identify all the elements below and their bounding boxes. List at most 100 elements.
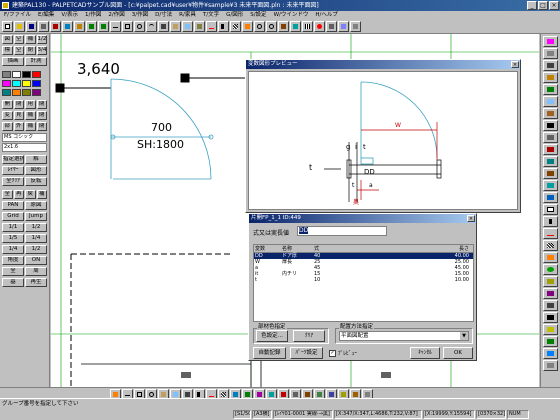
measure-icon[interactable] — [326, 21, 337, 32]
layer-button[interactable]: ﾚｲﾔｰ — [2, 166, 24, 175]
grid-button[interactable]: Grid — [2, 212, 24, 221]
left-btn-empty2[interactable]: 空 — [13, 46, 24, 55]
dimension-icon[interactable] — [206, 21, 217, 32]
maximize-button[interactable]: □ — [538, 1, 548, 10]
left-btn-3q[interactable]: 3/4 — [36, 46, 47, 55]
mode-btn[interactable]: 用 — [25, 100, 36, 109]
floor-icon[interactable] — [543, 156, 558, 167]
size-combo[interactable]: 2x1.6 — [2, 143, 47, 152]
cut-icon[interactable] — [50, 21, 61, 32]
layer-icon[interactable] — [242, 21, 253, 32]
view-btn[interactable]: 全 — [2, 190, 13, 199]
invert-button[interactable]: 反転 — [25, 177, 47, 186]
door-icon[interactable] — [170, 21, 181, 32]
base-button[interactable]: 基 — [2, 278, 24, 287]
scale-button[interactable]: 1/4 — [25, 234, 47, 243]
color-swatch[interactable] — [32, 89, 41, 96]
menu-furniture[interactable]: R/家具 — [179, 11, 196, 20]
rect-icon[interactable] — [122, 21, 133, 32]
variables-table[interactable]: 変数 名称 式 長さ DD ドア厚 40 40.00 W 扉長 25 25.00… — [253, 244, 474, 322]
cancel-button[interactable]: ｷｬﾝｾﾙ — [410, 347, 440, 359]
shape-button[interactable]: 図形 — [25, 166, 47, 175]
redraw-icon[interactable] — [290, 21, 301, 32]
on-button[interactable]: ON — [25, 256, 47, 265]
menu-window[interactable]: W/ウインドウ — [274, 11, 309, 20]
wall-icon[interactable] — [543, 72, 558, 83]
part-settings-button[interactable]: ﾊﾟｰﾂ設定 — [290, 347, 323, 359]
mode-btn[interactable]: 部 — [2, 122, 13, 131]
arrow-icon[interactable] — [543, 300, 558, 311]
copy-icon[interactable] — [62, 21, 73, 32]
mode-btn[interactable]: 変 — [2, 111, 13, 120]
menu-draw1[interactable]: 1/作図 — [85, 11, 101, 20]
left-btn-half[interactable]: 1/2 — [36, 35, 47, 44]
view-btn[interactable]: 補 — [36, 190, 47, 199]
mode-btn[interactable]: 見 — [13, 111, 24, 120]
car-icon[interactable] — [543, 276, 558, 287]
misc-icon[interactable] — [543, 360, 558, 371]
person-icon[interactable] — [543, 288, 558, 299]
scale-button[interactable]: 1/1 — [2, 223, 24, 232]
hatch-icon[interactable] — [230, 21, 241, 32]
menu-settings[interactable]: S/設定 — [250, 11, 266, 20]
scale-button[interactable]: 1/5 — [2, 234, 24, 243]
measure-button[interactable]: 計測 — [25, 57, 47, 66]
left-btn-close[interactable]: 閉 — [25, 46, 36, 55]
color-swatch[interactable] — [22, 80, 31, 87]
view-btn[interactable]: 再 — [13, 190, 24, 199]
redo-icon[interactable] — [98, 21, 109, 32]
view-btn[interactable]: 戻 — [25, 190, 36, 199]
grid-icon[interactable] — [302, 21, 313, 32]
color-swatch[interactable] — [2, 71, 11, 78]
mode-btn[interactable]: 閉 — [13, 100, 24, 109]
hatch-icon[interactable] — [543, 240, 558, 251]
tree-icon[interactable] — [543, 264, 558, 275]
col-length[interactable]: 長さ — [354, 245, 473, 252]
color-clear-button[interactable]: ｸﾘｱ — [293, 330, 325, 342]
grid-icon[interactable] — [543, 60, 558, 71]
scale-button[interactable]: 1/2 — [25, 245, 47, 254]
color-swatch[interactable] — [22, 71, 31, 78]
mode-btn[interactable]: 補 — [25, 111, 36, 120]
wall-icon[interactable] — [158, 21, 169, 32]
mode-btn[interactable]: 外 — [13, 122, 24, 131]
menu-figure[interactable]: G/図形 — [226, 11, 243, 20]
text-icon[interactable] — [543, 216, 558, 227]
formula-input[interactable]: DD — [297, 226, 387, 236]
draw-button[interactable]: 描画 — [2, 57, 24, 66]
mode-btn[interactable]: 閉 — [36, 100, 47, 109]
arc-icon[interactable] — [146, 21, 157, 32]
mode-btn[interactable]: 閉 — [36, 122, 47, 131]
settings-icon[interactable] — [350, 21, 361, 32]
door-icon[interactable] — [543, 84, 558, 95]
left-btn-fig[interactable]: 図 — [2, 35, 13, 44]
scale-button[interactable]: 1/2 — [25, 223, 47, 232]
undo-icon[interactable] — [86, 21, 97, 32]
chart-icon[interactable] — [543, 336, 558, 347]
mode-btn[interactable]: 開 — [2, 100, 13, 109]
dialog-close-icon[interactable]: × — [467, 215, 475, 222]
placement-select[interactable]: 平面図配置 ▼ — [339, 331, 469, 341]
font-combo[interactable]: MS ゴシック — [2, 133, 47, 142]
column-icon[interactable] — [543, 120, 558, 131]
color-swatch[interactable] — [2, 89, 11, 96]
select-button[interactable]: 指定選択 — [2, 155, 24, 164]
auto-record-button[interactable]: 自動記録 — [253, 347, 286, 359]
color-swatch[interactable] — [12, 89, 21, 96]
origin-button[interactable]: 原図 — [25, 201, 47, 210]
print-icon[interactable] — [38, 21, 49, 32]
scale-button[interactable]: 1/4 — [2, 245, 24, 254]
col-variable[interactable]: 変数 — [254, 245, 282, 252]
window-tool-icon[interactable] — [543, 96, 558, 107]
close-button[interactable]: × — [549, 1, 559, 10]
text-icon[interactable] — [218, 21, 229, 32]
mode-btn[interactable]: 閉 — [36, 111, 47, 120]
window-tool-icon[interactable] — [182, 21, 193, 32]
table-icon[interactable] — [543, 324, 558, 335]
preview-close-icon[interactable]: × — [511, 61, 519, 68]
new-icon[interactable] — [2, 21, 13, 32]
left-btn-std[interactable]: 標 — [2, 46, 13, 55]
kitchen-icon[interactable] — [543, 180, 558, 191]
color-swatch[interactable] — [32, 80, 41, 87]
table-row[interactable]: t 10 10.00 — [254, 277, 473, 283]
